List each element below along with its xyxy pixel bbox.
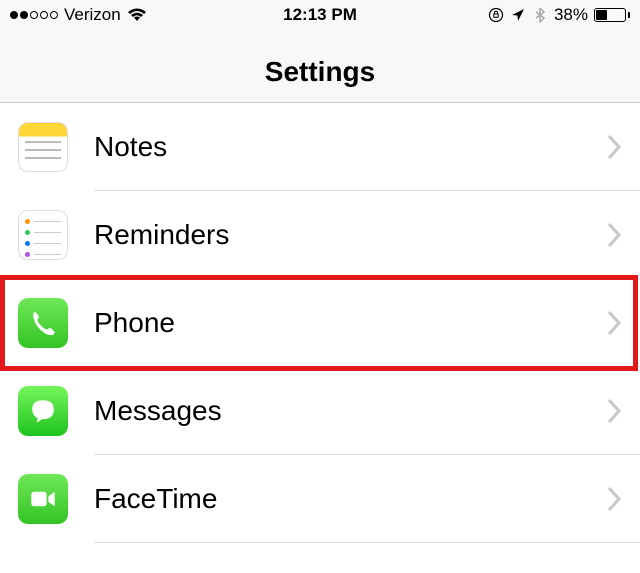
chevron-right-icon <box>606 134 622 160</box>
settings-row-phone[interactable]: Phone <box>0 279 640 367</box>
status-right: 38% <box>488 5 630 25</box>
settings-row-facetime[interactable]: FaceTime <box>0 455 640 543</box>
signal-strength-icon <box>10 11 58 19</box>
battery-icon <box>594 8 630 22</box>
phone-icon <box>18 298 68 348</box>
row-label: FaceTime <box>94 483 606 515</box>
chevron-right-icon <box>606 486 622 512</box>
row-label: Notes <box>94 131 606 163</box>
battery-percent-label: 38% <box>554 5 588 25</box>
row-label: Messages <box>94 395 606 427</box>
settings-row-messages[interactable]: Messages <box>0 367 640 455</box>
carrier-label: Verizon <box>64 5 121 25</box>
settings-row-reminders[interactable]: Reminders <box>0 191 640 279</box>
row-label: Reminders <box>94 219 606 251</box>
location-icon <box>510 7 526 23</box>
page-title: Settings <box>0 56 640 88</box>
bluetooth-icon <box>532 7 548 23</box>
settings-list: Notes Reminders Phone <box>0 103 640 543</box>
settings-row-notes[interactable]: Notes <box>0 103 640 191</box>
status-left: Verizon <box>10 5 147 25</box>
row-label: Phone <box>94 307 606 339</box>
notes-icon <box>18 122 68 172</box>
status-bar: Verizon 12:13 PM 38% <box>0 0 640 30</box>
chevron-right-icon <box>606 222 622 248</box>
settings-header: Settings <box>0 30 640 103</box>
reminders-icon <box>18 210 68 260</box>
rotation-lock-icon <box>488 7 504 23</box>
chevron-right-icon <box>606 310 622 336</box>
facetime-icon <box>18 474 68 524</box>
wifi-icon <box>127 8 147 22</box>
status-time: 12:13 PM <box>283 5 357 25</box>
messages-icon <box>18 386 68 436</box>
chevron-right-icon <box>606 398 622 424</box>
